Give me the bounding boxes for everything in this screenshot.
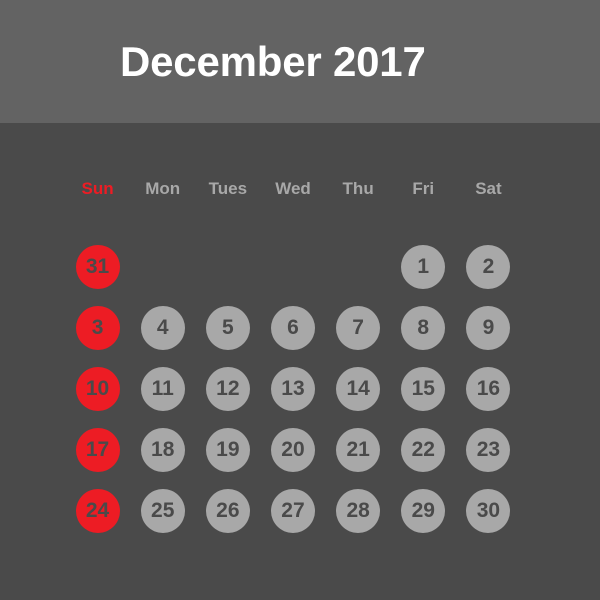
day-number-11[interactable]: 11: [140, 366, 185, 411]
day-cell[interactable]: 31: [65, 236, 130, 297]
day-cell[interactable]: 14: [326, 358, 391, 419]
day-number-19[interactable]: 19: [205, 427, 250, 472]
day-cell[interactable]: 5: [195, 297, 260, 358]
week-row: 3456789: [65, 297, 521, 358]
day-cell-empty: [260, 236, 325, 297]
weekday-header-row: Sun Mon Tues Wed Thu Fri Sat: [65, 176, 521, 200]
day-cell[interactable]: 16: [456, 358, 521, 419]
day-number-3[interactable]: 3: [75, 305, 120, 350]
week-row: 10 11 12 13 14 15 16: [65, 358, 521, 419]
day-number-2[interactable]: 2: [466, 244, 511, 289]
weekday-label-sun: Sun: [81, 178, 114, 198]
weekday-label-fri: Fri: [412, 178, 435, 198]
day-number-17[interactable]: 17: [75, 427, 120, 472]
day-number-28[interactable]: 28: [336, 488, 381, 533]
day-cell[interactable]: 11: [130, 358, 195, 419]
day-number-8[interactable]: 8: [401, 305, 446, 350]
day-number-21[interactable]: 21: [336, 427, 381, 472]
day-number-31[interactable]: 31: [75, 244, 120, 289]
day-cell[interactable]: 10: [65, 358, 130, 419]
day-number-16[interactable]: 16: [466, 366, 511, 411]
day-number-22[interactable]: 22: [401, 427, 446, 472]
calendar-page: December 2017 Sun Mon Tues Wed Thu Fri Sat 31 1…: [0, 0, 600, 600]
day-number-23[interactable]: 23: [466, 427, 511, 472]
day-cell[interactable]: 21: [326, 419, 391, 480]
day-cell-empty: [326, 236, 391, 297]
day-number-4[interactable]: 4: [140, 305, 185, 350]
day-number-27[interactable]: 27: [270, 488, 315, 533]
day-number-18[interactable]: 18: [140, 427, 185, 472]
day-cell[interactable]: 15: [391, 358, 456, 419]
week-row: 31 1 2: [65, 236, 521, 297]
day-cell[interactable]: 29: [391, 480, 456, 541]
day-cell[interactable]: 4: [130, 297, 195, 358]
day-number-30[interactable]: 30: [466, 488, 511, 533]
day-cell[interactable]: 18: [130, 419, 195, 480]
day-cell[interactable]: 20: [260, 419, 325, 480]
day-cell[interactable]: 13: [260, 358, 325, 419]
day-number-5[interactable]: 5: [205, 305, 250, 350]
day-cell[interactable]: 27: [260, 480, 325, 541]
day-cell[interactable]: 25: [130, 480, 195, 541]
day-cell[interactable]: 19: [195, 419, 260, 480]
day-cell[interactable]: 9: [456, 297, 521, 358]
day-number-13[interactable]: 13: [270, 366, 315, 411]
day-cell-empty: [195, 236, 260, 297]
day-cell[interactable]: 17: [65, 419, 130, 480]
day-number-25[interactable]: 25: [140, 488, 185, 533]
day-number-6[interactable]: 6: [270, 305, 315, 350]
day-cell[interactable]: 24: [65, 480, 130, 541]
day-number-1[interactable]: 1: [401, 244, 446, 289]
day-number-20[interactable]: 20: [270, 427, 315, 472]
weekday-label-thu: Thu: [342, 178, 374, 198]
day-number-10[interactable]: 10: [75, 366, 120, 411]
day-cell[interactable]: 7: [326, 297, 391, 358]
day-cell[interactable]: 8: [391, 297, 456, 358]
day-cell[interactable]: 30: [456, 480, 521, 541]
weekday-label-tues: Tues: [208, 178, 248, 198]
day-number-14[interactable]: 14: [336, 366, 381, 411]
day-number-24[interactable]: 24: [75, 488, 120, 533]
weekday-label-sat: Sat: [475, 178, 502, 198]
day-number-12[interactable]: 12: [205, 366, 250, 411]
day-cell[interactable]: 2: [456, 236, 521, 297]
day-cell[interactable]: 12: [195, 358, 260, 419]
week-row: 17 18 19 20 21 22 23: [65, 419, 521, 480]
day-cell[interactable]: 28: [326, 480, 391, 541]
day-cell[interactable]: 6: [260, 297, 325, 358]
day-cell[interactable]: 26: [195, 480, 260, 541]
month-year-title: December 2017: [120, 37, 426, 85]
day-cell[interactable]: 1: [391, 236, 456, 297]
weekday-label-mon: Mon: [145, 178, 181, 198]
calendar-weeks-grid: 31 1 2 3 4 5 6 7 8 9 10 11 12 13 14 15 16 17 18 19 20 21 22 23 2…: [65, 236, 521, 541]
week-row: 24 25 26 27 28 29 30: [65, 480, 521, 541]
day-number-26[interactable]: 26: [205, 488, 250, 533]
weekday-label-wed: Wed: [275, 178, 311, 198]
calendar-header-band: December 2017: [0, 0, 600, 123]
day-number-15[interactable]: 15: [401, 366, 446, 411]
day-number-7[interactable]: 7: [336, 305, 381, 350]
day-cell-empty: [130, 236, 195, 297]
day-cell[interactable]: 23: [456, 419, 521, 480]
day-cell[interactable]: 22: [391, 419, 456, 480]
day-number-9[interactable]: 9: [466, 305, 511, 350]
day-cell[interactable]: 3: [65, 297, 130, 358]
day-number-29[interactable]: 29: [401, 488, 446, 533]
